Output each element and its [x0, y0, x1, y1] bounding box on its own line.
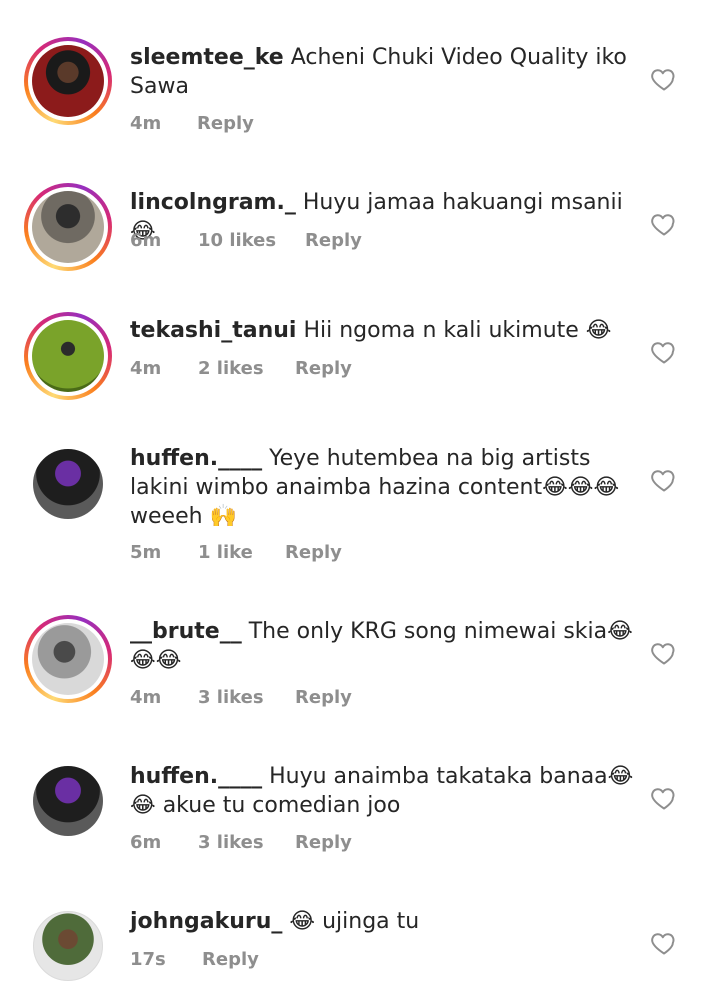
reply-button[interactable]: Reply — [295, 358, 352, 379]
comment-username[interactable]: __brute__ — [130, 619, 242, 644]
avatar — [33, 449, 103, 519]
comments-list: sleemtee_ke Acheni Chuki Video Quality i… — [0, 0, 720, 981]
comment-time: 6m — [130, 832, 162, 853]
heart-outline-icon[interactable] — [650, 466, 678, 494]
heart-outline-icon[interactable] — [650, 929, 678, 957]
avatar-story-ring[interactable] — [24, 183, 112, 271]
like-count[interactable]: 3 likes — [198, 832, 264, 853]
reply-button[interactable]: Reply — [197, 113, 254, 134]
like-count[interactable]: 10 likes — [198, 230, 276, 251]
avatar — [32, 45, 104, 117]
like-count[interactable]: 3 likes — [198, 687, 264, 708]
reply-button[interactable]: Reply — [285, 542, 342, 563]
avatar-story-ring[interactable] — [24, 615, 112, 703]
heart-outline-icon[interactable] — [650, 210, 678, 238]
comment-time: 5m — [130, 542, 162, 563]
comment-time: 4m — [130, 358, 162, 379]
avatar-container[interactable] — [24, 902, 112, 990]
comment-username[interactable]: huffen.____ — [130, 446, 262, 471]
comment-username[interactable]: tekashi_tanui — [130, 318, 296, 343]
comment-time: 6m — [130, 230, 162, 251]
avatar — [32, 191, 104, 263]
comment-text: Hii ngoma n kali ukimute 😂 — [303, 318, 612, 343]
reply-button[interactable]: Reply — [295, 832, 352, 853]
comment-time: 4m — [130, 687, 162, 708]
avatar — [33, 766, 103, 836]
avatar-story-ring[interactable] — [24, 37, 112, 125]
avatar-story-ring[interactable] — [24, 312, 112, 400]
heart-outline-icon[interactable] — [650, 639, 678, 667]
avatar-container[interactable] — [24, 757, 112, 845]
comment-username[interactable]: sleemtee_ke — [130, 45, 284, 70]
comment-time: 4m — [130, 113, 162, 134]
like-count[interactable]: 2 likes — [198, 358, 264, 379]
comment-text: 😂 ujinga tu — [289, 909, 420, 934]
comment-username[interactable]: johngakuru_ — [130, 909, 282, 934]
like-count[interactable]: 1 like — [198, 542, 253, 563]
heart-outline-icon[interactable] — [650, 784, 678, 812]
comment-time: 17s — [130, 949, 166, 970]
comment-username[interactable]: huffen.____ — [130, 764, 262, 789]
avatar-container[interactable] — [24, 440, 112, 528]
heart-outline-icon[interactable] — [650, 338, 678, 366]
heart-outline-icon[interactable] — [650, 65, 678, 93]
avatar — [32, 623, 104, 695]
reply-button[interactable]: Reply — [202, 949, 259, 970]
reply-button[interactable]: Reply — [305, 230, 362, 251]
reply-button[interactable]: Reply — [295, 687, 352, 708]
comment-username[interactable]: lincolngram._ — [130, 190, 296, 215]
avatar — [33, 911, 103, 981]
avatar — [32, 320, 104, 392]
